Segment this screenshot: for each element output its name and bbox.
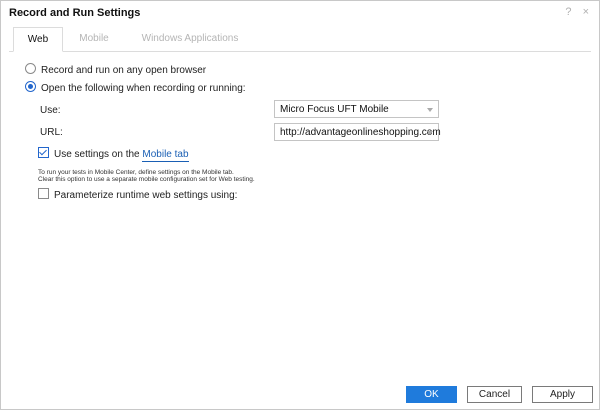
- tab-windows-applications[interactable]: Windows Applications: [135, 27, 245, 50]
- title-bar: Record and Run Settings ? ×: [1, 1, 599, 25]
- chevron-down-icon: [427, 108, 433, 112]
- parameterize-option[interactable]: Parameterize runtime web settings using:: [38, 188, 237, 201]
- use-mobile-settings-label: Use settings on the: [54, 149, 143, 160]
- parameterize-checkbox[interactable]: [38, 188, 49, 199]
- url-combo-value: http://advantageonlineshopping.com: [280, 127, 441, 138]
- open-following-label: Open the following when recording or run…: [41, 83, 246, 94]
- use-mobile-settings-option[interactable]: Use settings on the Mobile tab: [38, 147, 189, 162]
- chevron-down-icon: [427, 131, 433, 135]
- use-mobile-settings-checkbox[interactable]: [38, 147, 49, 158]
- cancel-button[interactable]: Cancel: [467, 386, 522, 403]
- record-any-browser-option[interactable]: Record and run on any open browser: [25, 63, 206, 76]
- mobile-note-line-2: Clear this option to use a separate mobi…: [38, 176, 255, 183]
- url-combo[interactable]: http://advantageonlineshopping.com: [274, 123, 441, 141]
- use-label: Use:: [40, 105, 61, 116]
- mobile-tab-link[interactable]: Mobile tab: [142, 149, 189, 162]
- title-bar-icons: ? ×: [557, 6, 589, 18]
- record-any-browser-label: Record and run on any open browser: [41, 65, 207, 76]
- parameterize-label: Parameterize runtime web settings using:: [54, 190, 238, 201]
- record-any-browser-radio[interactable]: [25, 63, 36, 74]
- record-run-settings-dialog: Record and Run Settings ? × Web Mobile W…: [0, 0, 600, 410]
- close-icon[interactable]: ×: [583, 6, 589, 18]
- tab-mobile[interactable]: Mobile: [69, 27, 119, 50]
- use-select[interactable]: Micro Focus UFT Mobile: [274, 100, 439, 118]
- ok-button[interactable]: OK: [406, 386, 457, 403]
- mobile-note-line-1: To run your tests in Mobile Center, defi…: [38, 169, 234, 176]
- open-following-radio[interactable]: [25, 81, 36, 92]
- help-icon[interactable]: ?: [565, 6, 571, 18]
- url-label: URL:: [40, 127, 63, 138]
- tab-strip: Web Mobile Windows Applications: [9, 27, 591, 52]
- apply-button[interactable]: Apply: [532, 386, 593, 403]
- tab-web[interactable]: Web: [13, 27, 63, 52]
- dialog-title: Record and Run Settings: [9, 7, 141, 19]
- use-select-value: Micro Focus UFT Mobile: [280, 104, 389, 115]
- open-following-option[interactable]: Open the following when recording or run…: [25, 81, 246, 94]
